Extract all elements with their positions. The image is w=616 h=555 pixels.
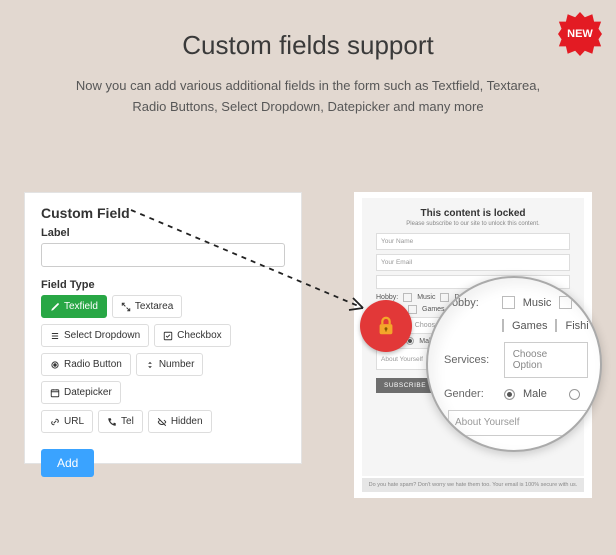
name-placeholder: Your Name	[381, 238, 413, 245]
hobby-music-label: Music	[417, 294, 435, 301]
chip-label: URL	[64, 416, 84, 427]
type-url-button[interactable]: URL	[41, 410, 93, 433]
add-button[interactable]: Add	[41, 449, 94, 477]
mag-hobby-music: Music	[523, 297, 552, 309]
chip-label: Radio Button	[64, 359, 122, 370]
custom-field-card: Custom Field Label Field Type Texfield T…	[24, 192, 302, 464]
page-title: Custom fields support	[0, 0, 616, 61]
mag-hobby-music-checkbox[interactable]	[502, 296, 515, 309]
lock-seal	[360, 300, 412, 352]
type-datepicker-button[interactable]: Datepicker	[41, 381, 121, 404]
mag-hobby-games: Games	[512, 320, 547, 332]
hobby-music-checkbox[interactable]	[403, 293, 412, 302]
checkbox-icon	[163, 331, 173, 341]
list-icon	[50, 331, 60, 341]
type-tel-button[interactable]: Tel	[98, 410, 143, 433]
mag-hobby-fish-checkbox[interactable]	[555, 319, 557, 332]
chip-label: Checkbox	[177, 330, 221, 341]
lock-icon	[375, 315, 397, 337]
mag-gender-other-radio[interactable]	[569, 389, 580, 400]
new-badge-label: NEW	[567, 28, 593, 40]
chip-label: Textarea	[135, 301, 173, 312]
label-label: Label	[41, 227, 285, 239]
hobby-games-checkbox[interactable]	[408, 305, 417, 314]
chip-label: Tel	[121, 416, 134, 427]
chip-label: Datepicker	[64, 387, 112, 398]
type-radio-button[interactable]: Radio Button	[41, 353, 131, 376]
name-input[interactable]: Your Name	[376, 233, 570, 250]
mag-about-ph: About Yourself	[455, 417, 520, 428]
chip-label: Hidden	[171, 416, 203, 427]
sort-icon	[145, 360, 155, 370]
type-select-button[interactable]: Select Dropdown	[41, 324, 149, 347]
chip-label: Texfield	[64, 301, 98, 312]
pencil-icon	[50, 302, 60, 312]
footer-note: Do you hate spam? Don't worry we hate th…	[362, 478, 584, 492]
phone-icon	[107, 417, 117, 427]
mag-hobby-games-checkbox[interactable]	[502, 319, 504, 332]
about-placeholder: About Yourself	[381, 356, 423, 363]
page-subtitle: Now you can add various additional field…	[68, 75, 548, 118]
mag-gender-row: Gender: Male	[444, 388, 588, 400]
card-title: Custom Field	[41, 205, 285, 221]
mag-hobby-d-checkbox[interactable]	[559, 296, 572, 309]
mag-hobby-fish: Fishi	[565, 320, 588, 332]
subscribe-button[interactable]: SUBSCRIBE	[376, 378, 434, 393]
mag-services-label: Services:	[444, 354, 496, 366]
eye-off-icon	[157, 417, 167, 427]
expand-icon	[121, 302, 131, 312]
mag-services-row: Services: Choose Option	[444, 342, 588, 378]
mag-gender-label: Gender:	[444, 388, 496, 400]
magnifier: Hobby: Music D Games Fishi Services: Cho…	[426, 276, 602, 452]
mag-gender-male: Male	[523, 388, 547, 400]
locked-subtitle: Please subscribe to our site to unlock t…	[376, 221, 570, 227]
email-placeholder: Your Email	[381, 259, 412, 266]
type-textfield-button[interactable]: Texfield	[41, 295, 107, 318]
type-textarea-button[interactable]: Textarea	[112, 295, 182, 318]
link-icon	[50, 417, 60, 427]
hobby-games-label: Games	[422, 306, 445, 313]
locked-title: This content is locked	[376, 208, 570, 219]
field-type-label: Field Type	[41, 279, 285, 291]
mag-services-select[interactable]: Choose Option	[504, 342, 588, 378]
type-checkbox-button[interactable]: Checkbox	[154, 324, 230, 347]
mag-hobby-row: Hobby: Music D	[444, 296, 588, 309]
type-hidden-button[interactable]: Hidden	[148, 410, 212, 433]
label-input[interactable]	[41, 243, 285, 267]
chip-label: Number	[159, 359, 195, 370]
calendar-icon	[50, 388, 60, 398]
mag-services-ph: Choose Option	[513, 349, 547, 371]
mag-about-textarea[interactable]: About Yourself	[448, 410, 588, 436]
mag-hobby-row-2: Games Fishi	[444, 319, 588, 332]
type-number-button[interactable]: Number	[136, 353, 204, 376]
chip-label: Select Dropdown	[64, 330, 140, 341]
radio-icon	[50, 360, 60, 370]
mag-gender-male-radio[interactable]	[504, 389, 515, 400]
email-input[interactable]: Your Email	[376, 254, 570, 271]
hobby-d-checkbox[interactable]	[440, 293, 449, 302]
